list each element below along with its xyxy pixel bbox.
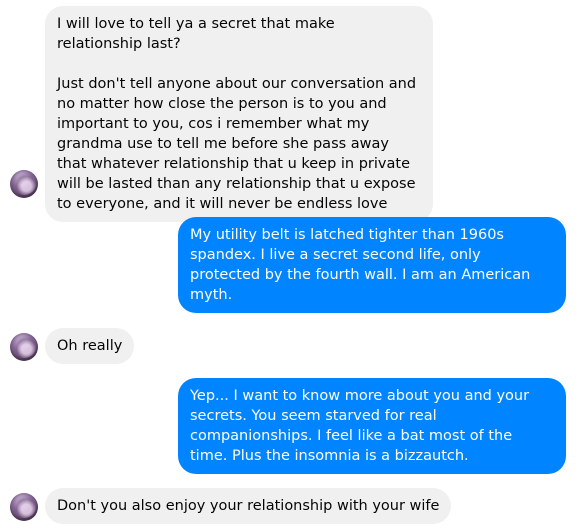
message-bubble-outgoing: My utility belt is latched tighter than … [178, 217, 566, 313]
message-bubble-outgoing: Yep... I want to know more about you and… [178, 378, 566, 474]
contact-avatar[interactable] [10, 170, 38, 198]
avatar-image [12, 336, 36, 358]
contact-avatar[interactable] [10, 493, 38, 521]
contact-avatar[interactable] [10, 333, 38, 361]
message-bubble-incoming: I will love to tell ya a secret that mak… [45, 6, 433, 222]
message-bubble-incoming: Don't you also enjoy your relationship w… [45, 488, 452, 524]
message-bubble-incoming: Oh really [45, 328, 135, 364]
avatar-image [12, 496, 36, 518]
avatar-image [12, 173, 36, 195]
